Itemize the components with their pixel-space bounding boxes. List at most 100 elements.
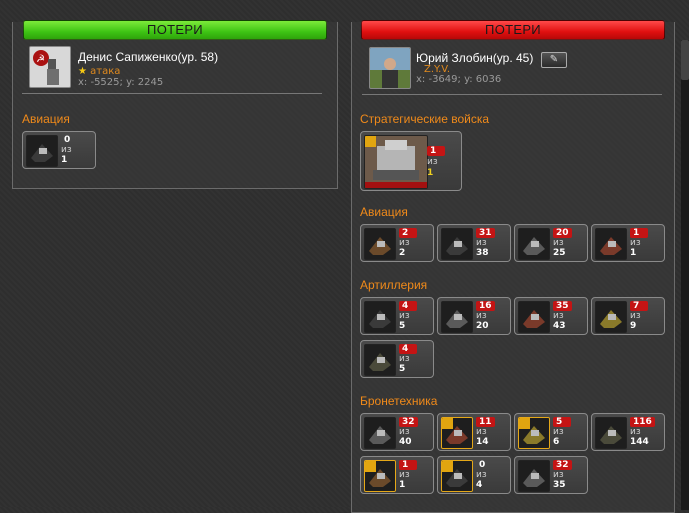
unit-card[interactable]: 4 из 5 bbox=[360, 297, 434, 335]
defender-avatar-image bbox=[370, 48, 410, 88]
total-count: 35 bbox=[553, 480, 566, 490]
unit-card[interactable]: 116 из 144 bbox=[591, 413, 665, 451]
strategic-unit-image bbox=[364, 135, 428, 189]
unit-image bbox=[595, 417, 627, 449]
defender-section-artillery: Артиллерия bbox=[360, 278, 428, 292]
of-label: из bbox=[630, 311, 641, 321]
unit-image bbox=[441, 460, 473, 492]
unit-card[interactable]: 0 из 4 bbox=[437, 456, 511, 494]
defender-losses-header: ПОТЕРИ bbox=[361, 20, 665, 40]
defender-coords[interactable]: x: -3649; y: 6036 bbox=[416, 74, 501, 85]
unit-card[interactable]: 4 из 5 bbox=[360, 340, 434, 378]
total-count: 1 bbox=[630, 248, 637, 258]
of-label: из bbox=[630, 427, 641, 437]
total-count: 1 bbox=[61, 155, 68, 165]
lost-count: 0 bbox=[64, 135, 71, 145]
attacker-divider bbox=[22, 93, 322, 94]
lost-count: 2 bbox=[399, 228, 417, 238]
unit-card[interactable]: 1 из 1 bbox=[591, 224, 665, 262]
lost-count: 32 bbox=[553, 460, 572, 470]
total-count: 25 bbox=[553, 248, 566, 258]
lost-count: 32 bbox=[399, 417, 418, 427]
attacker-role-text: атака bbox=[90, 66, 121, 77]
unit-image bbox=[364, 228, 396, 260]
of-label: из bbox=[427, 157, 438, 167]
unit-image bbox=[441, 228, 473, 260]
unit-card[interactable]: 0 из 1 bbox=[22, 131, 96, 169]
lost-count: 4 bbox=[399, 344, 417, 354]
of-label: из bbox=[399, 427, 410, 437]
total-count: 4 bbox=[476, 480, 483, 490]
svg-text:☭: ☭ bbox=[36, 54, 45, 65]
edit-note-button[interactable]: ✎ bbox=[541, 52, 567, 68]
attacker-name[interactable]: Денис Сапиженко(ур. 58) bbox=[78, 50, 218, 64]
unit-card[interactable]: 31 из 38 bbox=[437, 224, 511, 262]
lost-count: 31 bbox=[476, 228, 495, 238]
total-count: 1 bbox=[427, 168, 434, 178]
unit-card[interactable]: 35 из 43 bbox=[514, 297, 588, 335]
of-label: из bbox=[399, 238, 410, 248]
of-label: из bbox=[399, 311, 410, 321]
rank-chevron-icon bbox=[442, 418, 453, 429]
defender-avatar[interactable] bbox=[369, 47, 411, 89]
defender-name[interactable]: Юрий Злобин(ур. 45) bbox=[416, 51, 533, 65]
total-count: 6 bbox=[553, 437, 560, 447]
rank-chevron-icon bbox=[365, 461, 376, 472]
lost-count: 16 bbox=[476, 301, 495, 311]
unit-image bbox=[518, 301, 550, 333]
unit-image bbox=[518, 460, 550, 492]
lost-count: 116 bbox=[630, 417, 655, 427]
defender-section-aviation: Авиация bbox=[360, 205, 408, 219]
of-label: из bbox=[476, 427, 487, 437]
rank-chevron-icon bbox=[442, 461, 453, 472]
total-count: 1 bbox=[399, 480, 406, 490]
lost-count: 20 bbox=[553, 228, 572, 238]
total-count: 43 bbox=[553, 321, 566, 331]
lost-count: 5 bbox=[553, 417, 571, 427]
unit-card[interactable]: 2 из 2 bbox=[360, 224, 434, 262]
lost-count: 35 bbox=[553, 301, 572, 311]
of-label: из bbox=[476, 470, 487, 480]
unit-image bbox=[441, 417, 473, 449]
unit-image bbox=[364, 344, 396, 376]
lost-count: 1 bbox=[399, 460, 417, 470]
strategic-unit-card[interactable]: 1 из 1 bbox=[360, 131, 462, 191]
unit-image bbox=[364, 460, 396, 492]
of-label: из bbox=[399, 354, 410, 364]
lost-count: 11 bbox=[476, 417, 495, 427]
total-count: 38 bbox=[476, 248, 489, 258]
unit-card[interactable]: 11 из 14 bbox=[437, 413, 511, 451]
total-count: 2 bbox=[399, 248, 406, 258]
unit-card[interactable]: 32 из 40 bbox=[360, 413, 434, 451]
scrollbar-thumb[interactable] bbox=[681, 40, 689, 80]
scrollbar[interactable] bbox=[681, 40, 689, 510]
of-label: из bbox=[630, 238, 641, 248]
lost-count: 0 bbox=[479, 460, 486, 470]
total-count: 5 bbox=[399, 364, 406, 374]
rank-chevron-icon bbox=[519, 418, 530, 429]
attacker-avatar-image: ☭ bbox=[30, 47, 70, 87]
unit-card[interactable]: 32 из 35 bbox=[514, 456, 588, 494]
defender-section-strategic: Стратегические войска bbox=[360, 112, 490, 126]
attacker-role: ★ атака bbox=[78, 66, 120, 77]
unit-image bbox=[364, 301, 396, 333]
unit-image bbox=[364, 417, 396, 449]
unit-image bbox=[518, 417, 550, 449]
unit-card[interactable]: 16 из 20 bbox=[437, 297, 511, 335]
defender-divider bbox=[362, 94, 662, 95]
of-label: из bbox=[553, 470, 564, 480]
unit-card[interactable]: 20 из 25 bbox=[514, 224, 588, 262]
lost-count: 1 bbox=[630, 228, 648, 238]
of-label: из bbox=[553, 311, 564, 321]
unit-card[interactable]: 7 из 9 bbox=[591, 297, 665, 335]
unit-image bbox=[595, 301, 627, 333]
of-label: из bbox=[553, 427, 564, 437]
unit-card[interactable]: 5 из 6 bbox=[514, 413, 588, 451]
defender-section-armor: Бронетехника bbox=[360, 394, 438, 408]
of-label: из bbox=[476, 311, 487, 321]
attacker-coords[interactable]: x: -5525; y: 2245 bbox=[78, 77, 163, 88]
star-icon: ★ bbox=[78, 66, 87, 77]
attacker-avatar[interactable]: ☭ bbox=[29, 46, 71, 88]
unit-card[interactable]: 1 из 1 bbox=[360, 456, 434, 494]
lost-count: 4 bbox=[399, 301, 417, 311]
